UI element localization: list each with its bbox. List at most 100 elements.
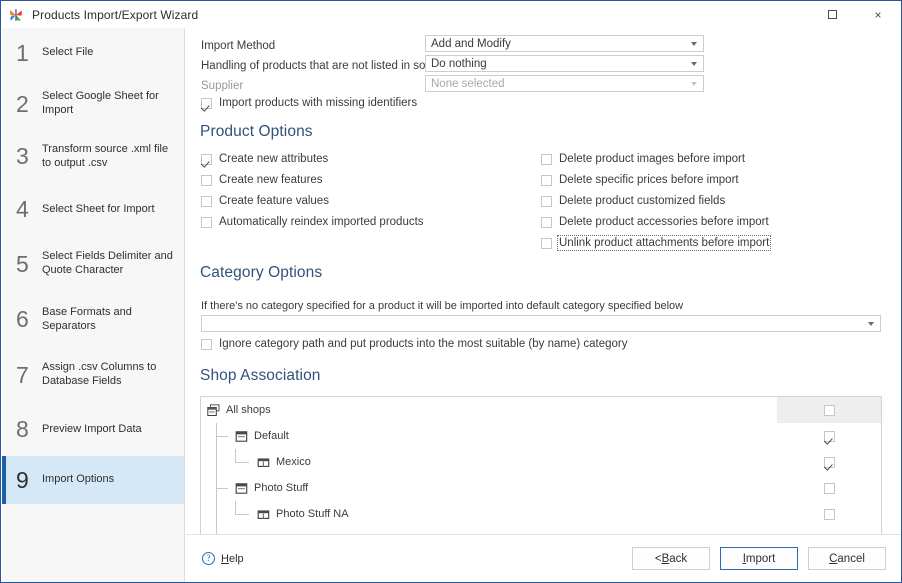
step-number: 1 (16, 39, 29, 66)
step-number: 8 (16, 416, 29, 442)
checkbox-box (541, 195, 552, 207)
option-label: Delete specific prices before import (559, 174, 739, 186)
tree-row-default[interactable]: Default (201, 423, 881, 449)
shop-icon (257, 456, 270, 469)
dialog-footer: ? Help < Back Import Cancel (186, 534, 901, 582)
handling-select[interactable]: Do nothing (425, 55, 704, 72)
option-label: Unlink product attachments before import (556, 235, 772, 251)
step-number: 2 (16, 90, 29, 117)
shop-association-heading: Shop Association (200, 367, 321, 384)
unlink-attachments-checkbox[interactable]: Unlink product attachments before import (541, 235, 772, 251)
checkbox-box (541, 153, 552, 165)
tree-connector (216, 488, 228, 489)
import-method-select[interactable]: Add and Modify (425, 35, 704, 52)
category-options-description: If there's no category specified for a p… (201, 300, 684, 312)
chevron-down-icon (691, 81, 697, 86)
sidebar-item-select-google-sheet[interactable]: 2 Select Google Sheet for Import (2, 78, 184, 130)
tree-node-label: All shops (226, 404, 271, 416)
back-button[interactable]: < Back (632, 547, 710, 570)
tree-row-mexico[interactable]: Mexico (201, 449, 881, 475)
tree-connector (235, 514, 249, 515)
import-options-pane: Import Method Add and Modify Handling of… (186, 28, 901, 582)
chevron-down-icon (691, 41, 697, 46)
tree-row-all-shops[interactable]: All shops (201, 397, 881, 423)
delete-accessories-checkbox[interactable]: Delete product accessories before import (541, 216, 769, 228)
help-link[interactable]: ? Help (202, 552, 244, 565)
sidebar-item-preview-import-data[interactable]: 8 Preview Import Data (2, 403, 184, 456)
supplier-select[interactable]: None selected (425, 75, 704, 92)
tree-node-label: Default (254, 430, 289, 442)
delete-customized-fields-checkbox[interactable]: Delete product customized fields (541, 195, 725, 207)
shop-group-icon (235, 482, 248, 495)
handling-value: Do nothing (431, 57, 487, 70)
wizard-steps-sidebar: 1 Select File 2 Select Google Sheet for … (2, 28, 185, 582)
maximize-button[interactable] (809, 1, 855, 28)
sidebar-item-import-options[interactable]: 9 Import Options (2, 456, 184, 504)
step-label: Select Fields Delimiter and Quote Charac… (42, 250, 173, 276)
delete-specific-prices-checkbox[interactable]: Delete specific prices before import (541, 174, 739, 186)
delete-product-images-checkbox[interactable]: Delete product images before import (541, 153, 745, 165)
supplier-value: None selected (431, 77, 505, 90)
shop-group-icon (235, 430, 248, 443)
all-shops-icon (207, 403, 220, 417)
checkbox-box (823, 404, 835, 416)
chevron-down-icon (868, 321, 874, 326)
create-new-attributes-checkbox[interactable]: Create new attributes (201, 153, 328, 165)
import-method-label-row: Import Method (201, 36, 275, 55)
shop-association-tree[interactable]: All shops Default Mexico Photo Stuff Pho… (200, 396, 882, 545)
auto-reindex-checkbox[interactable]: Automatically reindex imported products (201, 216, 424, 228)
create-new-features-checkbox[interactable]: Create new features (201, 174, 323, 186)
checkbox-box (201, 153, 212, 165)
window-controls: × (809, 1, 901, 28)
sidebar-item-transform-source[interactable]: 3 Transform source .xml file to output .… (2, 130, 184, 183)
tree-checkbox-cell[interactable] (777, 397, 881, 423)
step-label: Preview Import Data (42, 422, 142, 435)
step-number: 5 (16, 250, 29, 277)
option-label: Delete product images before import (559, 153, 746, 165)
sidebar-item-fields-delimiter[interactable]: 5 Select Fields Delimiter and Quote Char… (2, 236, 184, 292)
tree-checkbox-cell[interactable] (777, 475, 881, 501)
chevron-down-icon (691, 61, 697, 66)
tree-row-photo-stuff[interactable]: Photo Stuff (201, 475, 881, 501)
close-icon: × (874, 7, 882, 22)
checkbox-box (823, 482, 835, 494)
tree-connector (235, 462, 249, 463)
title-bar: Products Import/Export Wizard × (1, 1, 901, 28)
step-number: 4 (16, 196, 29, 222)
checkbox-box (823, 508, 835, 520)
import-button[interactable]: Import (720, 547, 798, 570)
missing-identifiers-checkbox[interactable]: Import products with missing identifiers (201, 97, 417, 109)
close-button[interactable]: × (855, 1, 901, 28)
step-number: 9 (16, 466, 29, 493)
step-label: Select Sheet for Import (42, 202, 155, 215)
checkbox-box (541, 237, 552, 249)
default-category-select[interactable] (201, 315, 881, 332)
category-options-heading: Category Options (200, 264, 323, 281)
ignore-category-path-checkbox[interactable]: Ignore category path and put products in… (201, 338, 628, 350)
checkbox-box (541, 216, 552, 228)
step-label: Transform source .xml file to output .cs… (42, 142, 169, 169)
tree-row-photo-stuff-na[interactable]: Photo Stuff NA (201, 501, 881, 527)
sidebar-item-select-file[interactable]: 1 Select File (2, 28, 184, 78)
step-number: 7 (16, 361, 29, 388)
step-label: Import Options (42, 473, 115, 486)
tree-checkbox-cell[interactable] (777, 423, 881, 449)
create-feature-values-checkbox[interactable]: Create feature values (201, 195, 329, 207)
supplier-label-row: Supplier (201, 76, 243, 95)
tree-checkbox-cell[interactable] (777, 449, 881, 475)
checkbox-box (823, 430, 835, 442)
cancel-button[interactable]: Cancel (808, 547, 886, 570)
question-circle-icon: ? (202, 552, 215, 565)
step-number: 3 (16, 143, 29, 169)
shop-icon (257, 508, 270, 521)
sidebar-item-select-sheet[interactable]: 4 Select Sheet for Import (2, 183, 184, 236)
sidebar-item-base-formats[interactable]: 6 Base Formats and Separators (2, 292, 184, 347)
tree-checkbox-cell[interactable] (777, 501, 881, 527)
checkbox-box (201, 174, 212, 186)
ignore-category-path-label: Ignore category path and put products in… (219, 338, 628, 350)
checkbox-box (823, 456, 835, 468)
sidebar-item-assign-columns[interactable]: 7 Assign .csv Columns to Database Fields (2, 347, 184, 403)
option-label: Create new features (219, 174, 323, 186)
window-title: Products Import/Export Wizard (32, 7, 199, 22)
option-label: Delete product customized fields (559, 195, 726, 207)
